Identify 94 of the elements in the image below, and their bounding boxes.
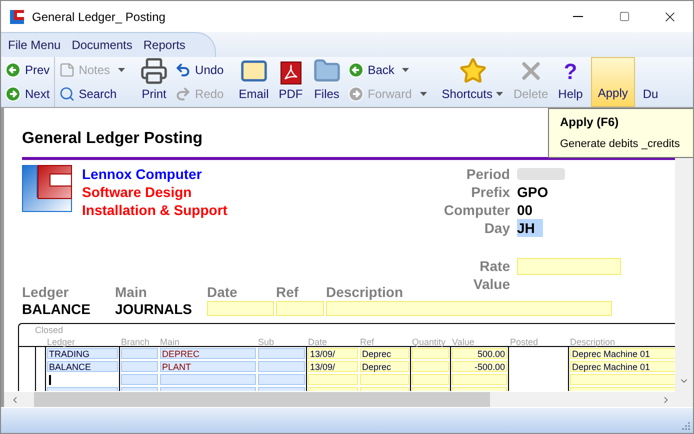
grid-cell[interactable] bbox=[121, 374, 158, 385]
input-field[interactable] bbox=[326, 301, 612, 316]
column-header: Date bbox=[307, 337, 328, 347]
grid-cell[interactable]: 13/09/ bbox=[308, 348, 358, 359]
app-logo-icon bbox=[9, 8, 25, 24]
toolbar-button[interactable]: Email bbox=[236, 57, 272, 107]
company-line: Installation & Support bbox=[82, 201, 228, 219]
field-label: Value bbox=[472, 275, 510, 293]
grid-cell[interactable] bbox=[258, 348, 305, 359]
toolbar-button[interactable]: Next bbox=[5, 84, 50, 104]
company-line: Software Design bbox=[82, 183, 193, 201]
grid-cell[interactable]: DEPREC bbox=[160, 348, 256, 359]
column-header: Value bbox=[451, 337, 474, 347]
field-label: Description bbox=[326, 285, 404, 300]
grid-cell[interactable]: Deprec Machine 01 bbox=[570, 348, 675, 359]
search-icon bbox=[58, 86, 75, 102]
menu-item[interactable]: Documents bbox=[72, 36, 132, 54]
toolbar-button[interactable]: Undo bbox=[175, 60, 224, 80]
field-label: Date bbox=[207, 285, 238, 300]
form-title: General Ledger Posting bbox=[22, 130, 202, 147]
toolbar-button[interactable]: ? Help bbox=[555, 57, 586, 107]
note-icon bbox=[58, 62, 75, 78]
toolbar-button[interactable]: Search bbox=[58, 84, 126, 104]
grid-cell[interactable]: PLANT bbox=[160, 361, 256, 372]
window-title: General Ledger_ Posting bbox=[32, 8, 166, 26]
minimize-icon bbox=[573, 16, 583, 17]
grid-cell[interactable]: 13/09/ bbox=[308, 361, 358, 372]
redo-icon bbox=[175, 86, 192, 102]
field-value: 00 bbox=[517, 201, 533, 219]
grid-cell[interactable]: Deprec bbox=[360, 348, 409, 359]
input-field[interactable] bbox=[207, 301, 274, 316]
company-line: Lennox Computer bbox=[82, 165, 203, 183]
field-value: JOURNALS bbox=[115, 301, 194, 317]
resize-grip-icon bbox=[682, 422, 690, 430]
company-logo bbox=[22, 165, 72, 212]
menu-item[interactable]: File Menu bbox=[8, 36, 61, 54]
field-label: Ref bbox=[276, 285, 300, 300]
toolbar-button[interactable]: Du bbox=[640, 57, 662, 107]
column-header: Posted bbox=[509, 337, 538, 347]
field-label: Computer bbox=[444, 201, 510, 219]
menu-item[interactable]: Reports bbox=[143, 36, 186, 54]
column-header: Branch bbox=[120, 337, 150, 347]
column-header: Quantity bbox=[411, 337, 446, 347]
field-label: Period bbox=[465, 165, 510, 183]
dropdown-icon bbox=[118, 68, 126, 72]
grid-cell[interactable]: Deprec bbox=[360, 361, 409, 372]
help-icon: ? bbox=[564, 59, 578, 85]
toolbar-button[interactable]: Prev bbox=[5, 60, 50, 80]
pdf-icon bbox=[280, 61, 302, 85]
toolbar-button[interactable]: PDF bbox=[276, 57, 306, 107]
field-label: Prefix bbox=[470, 183, 510, 201]
field-value: BALANCE bbox=[22, 301, 92, 317]
toolbar-button[interactable]: Files bbox=[310, 57, 344, 107]
maximize-icon bbox=[618, 11, 630, 22]
grid-cell[interactable] bbox=[160, 374, 256, 385]
text-cursor bbox=[49, 374, 51, 384]
tooltip-text: Generate debits _credits bbox=[560, 138, 681, 151]
field-label: Day bbox=[483, 219, 510, 237]
printer-icon bbox=[140, 57, 168, 85]
toolbar-button[interactable]: Apply bbox=[590, 57, 635, 107]
tooltip-title: Apply (F6) bbox=[560, 115, 620, 129]
grid-cell[interactable] bbox=[121, 361, 158, 372]
field-value: GPO bbox=[517, 183, 548, 201]
scroll-thumb[interactable] bbox=[34, 392, 490, 407]
day-field[interactable]: JH bbox=[517, 219, 543, 237]
grid-cell[interactable] bbox=[121, 348, 158, 359]
grid-caption: Closed bbox=[35, 325, 64, 335]
toolbar-button[interactable]: Shortcuts bbox=[438, 57, 506, 107]
field-label: Rate bbox=[478, 257, 510, 275]
column-header: Description bbox=[569, 337, 616, 347]
undo-icon bbox=[175, 62, 192, 78]
blurred-value bbox=[517, 168, 565, 180]
toolbar-button[interactable]: Back bbox=[348, 60, 427, 80]
dropdown-icon bbox=[496, 92, 504, 96]
field-label: Main bbox=[115, 285, 148, 300]
dropdown-icon bbox=[402, 68, 410, 72]
column-header: Main bbox=[159, 337, 180, 347]
dropdown-icon bbox=[420, 92, 427, 96]
grid-cell[interactable]: -500.00 bbox=[452, 361, 507, 372]
column-header: Ledger bbox=[46, 337, 76, 347]
grid-cell[interactable]: BALANCE bbox=[47, 361, 118, 372]
grid-cell[interactable] bbox=[258, 361, 305, 372]
grid-cell[interactable] bbox=[258, 374, 305, 385]
grid-cell[interactable]: 500.00 bbox=[452, 348, 507, 359]
toolbar-button[interactable]: Print bbox=[137, 57, 172, 107]
star-icon bbox=[458, 57, 487, 85]
rate-field[interactable] bbox=[517, 258, 621, 274]
field-label: Ledger bbox=[22, 285, 70, 300]
input-field[interactable] bbox=[276, 301, 324, 316]
horizontal-scrollbar[interactable] bbox=[1, 392, 693, 407]
column-header: Ref bbox=[359, 337, 374, 347]
column-header: Sub bbox=[257, 337, 274, 347]
grid-cell[interactable]: Deprec Machine 01 bbox=[570, 361, 675, 372]
grid-cell[interactable]: TRADING bbox=[47, 348, 118, 359]
